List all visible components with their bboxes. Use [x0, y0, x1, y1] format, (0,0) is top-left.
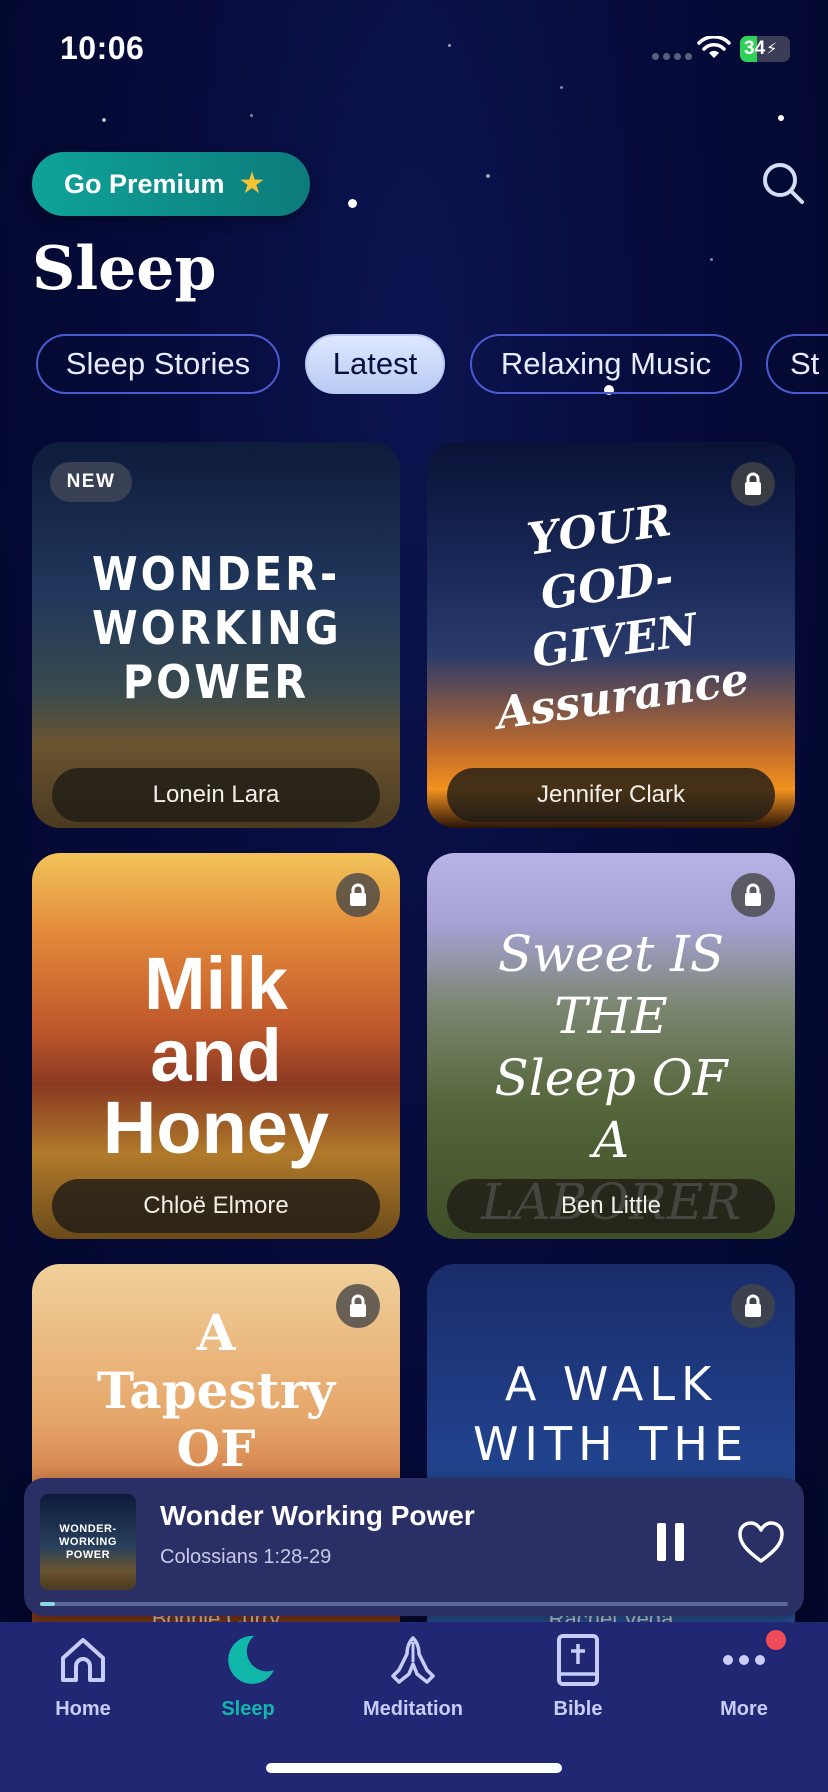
- tab-label: Relaxing Music: [500, 346, 712, 381]
- playback-progress[interactable]: [40, 1602, 788, 1606]
- now-playing-bar[interactable]: WONDER-WORKING POWER Wonder Working Powe…: [24, 1478, 804, 1616]
- star-dot: [348, 199, 357, 208]
- search-icon[interactable]: [760, 160, 806, 206]
- lock-icon: [731, 873, 775, 917]
- card-title: Milk and Honey: [102, 942, 330, 1169]
- star-dot: [710, 258, 713, 261]
- content-card[interactable]: YOUR GOD-GIVEN Assurance Jennifer Clark: [427, 442, 795, 828]
- nav-bible[interactable]: Bible: [513, 1632, 643, 1721]
- moon-icon: [228, 1635, 274, 1684]
- nav-label: Meditation: [363, 1698, 463, 1720]
- star-dot: [560, 86, 563, 89]
- content-card[interactable]: Milk and Honey Chloë Elmore: [32, 853, 400, 1239]
- notification-dot: [766, 1630, 786, 1650]
- tab-relaxing-music[interactable]: Relaxing Music: [470, 334, 742, 394]
- tab-label: Sleep Stories: [65, 346, 251, 381]
- nav-sleep[interactable]: Sleep: [183, 1632, 313, 1721]
- content-card[interactable]: NEW WONDER-WORKING POWER Lonein Lara: [32, 442, 400, 828]
- now-playing-title: Wonder Working Power: [160, 1500, 475, 1531]
- now-playing-thumbnail: WONDER-WORKING POWER: [40, 1494, 136, 1590]
- star-icon: ★: [238, 167, 266, 200]
- star-dot: [250, 114, 253, 117]
- page-title: Sleep: [32, 234, 217, 304]
- card-author: Lonein Lara: [52, 768, 380, 822]
- charging-bolt-icon: ⚡︎: [766, 41, 778, 58]
- thumbnail-title: WONDER-WORKING POWER: [59, 1522, 117, 1561]
- tab-label: St: [790, 346, 820, 381]
- card-title: WONDER-WORKING POWER: [92, 547, 342, 709]
- sleep-screen: 10:06 34 ⚡︎ Go Premium ★ Sleep Sleep Sto…: [0, 0, 828, 1792]
- star-dot: [448, 44, 451, 47]
- home-icon: [61, 1638, 105, 1682]
- star-dot: [486, 174, 490, 178]
- card-title: A Tapestry OF: [96, 1303, 336, 1478]
- go-premium-button[interactable]: Go Premium ★: [32, 152, 310, 216]
- content-card[interactable]: Sweet IS THE Sleep OF A LABORER Ben Litt…: [427, 853, 795, 1239]
- wifi-icon: [697, 36, 731, 58]
- tab-partial[interactable]: St: [766, 334, 828, 394]
- card-author: Ben Little: [447, 1179, 775, 1233]
- tab-latest[interactable]: Latest: [305, 334, 445, 394]
- heart-icon[interactable]: [736, 1518, 786, 1568]
- battery-indicator: 34 ⚡︎: [740, 36, 790, 62]
- nav-more[interactable]: More: [679, 1632, 809, 1721]
- star-dot: [102, 118, 106, 122]
- lock-icon: [731, 1284, 775, 1328]
- home-indicator: [266, 1763, 562, 1773]
- star-dot: [778, 115, 784, 121]
- nav-label: Home: [55, 1698, 111, 1720]
- nav-label: Bible: [553, 1698, 603, 1720]
- tab-sleep-stories[interactable]: Sleep Stories: [36, 334, 280, 394]
- lock-icon: [336, 873, 380, 917]
- card-author: Chloë Elmore: [52, 1179, 380, 1233]
- new-badge: NEW: [50, 462, 132, 502]
- status-time: 10:06: [60, 30, 145, 66]
- now-playing-subtitle: Colossians 1:28-29: [160, 1546, 332, 1568]
- category-tabs: Sleep Stories Latest Relaxing Music St: [0, 334, 828, 394]
- playback-progress-fill: [40, 1602, 55, 1606]
- go-premium-label: Go Premium: [64, 168, 225, 199]
- nav-label: Sleep: [221, 1698, 275, 1720]
- card-author: Jennifer Clark: [447, 768, 775, 822]
- card-title: YOUR GOD-GIVEN Assurance: [493, 495, 752, 740]
- more-icon: [723, 1655, 765, 1665]
- nav-label: More: [720, 1698, 768, 1720]
- battery-level: 34: [744, 38, 766, 59]
- praying-hands-icon: [391, 1636, 435, 1684]
- nav-meditation[interactable]: Meditation: [348, 1632, 478, 1721]
- nav-home[interactable]: Home: [18, 1632, 148, 1721]
- bible-icon: [557, 1634, 599, 1686]
- cellular-signal-icon: [652, 53, 692, 60]
- pause-icon[interactable]: [646, 1518, 694, 1566]
- tab-label: Latest: [332, 346, 418, 381]
